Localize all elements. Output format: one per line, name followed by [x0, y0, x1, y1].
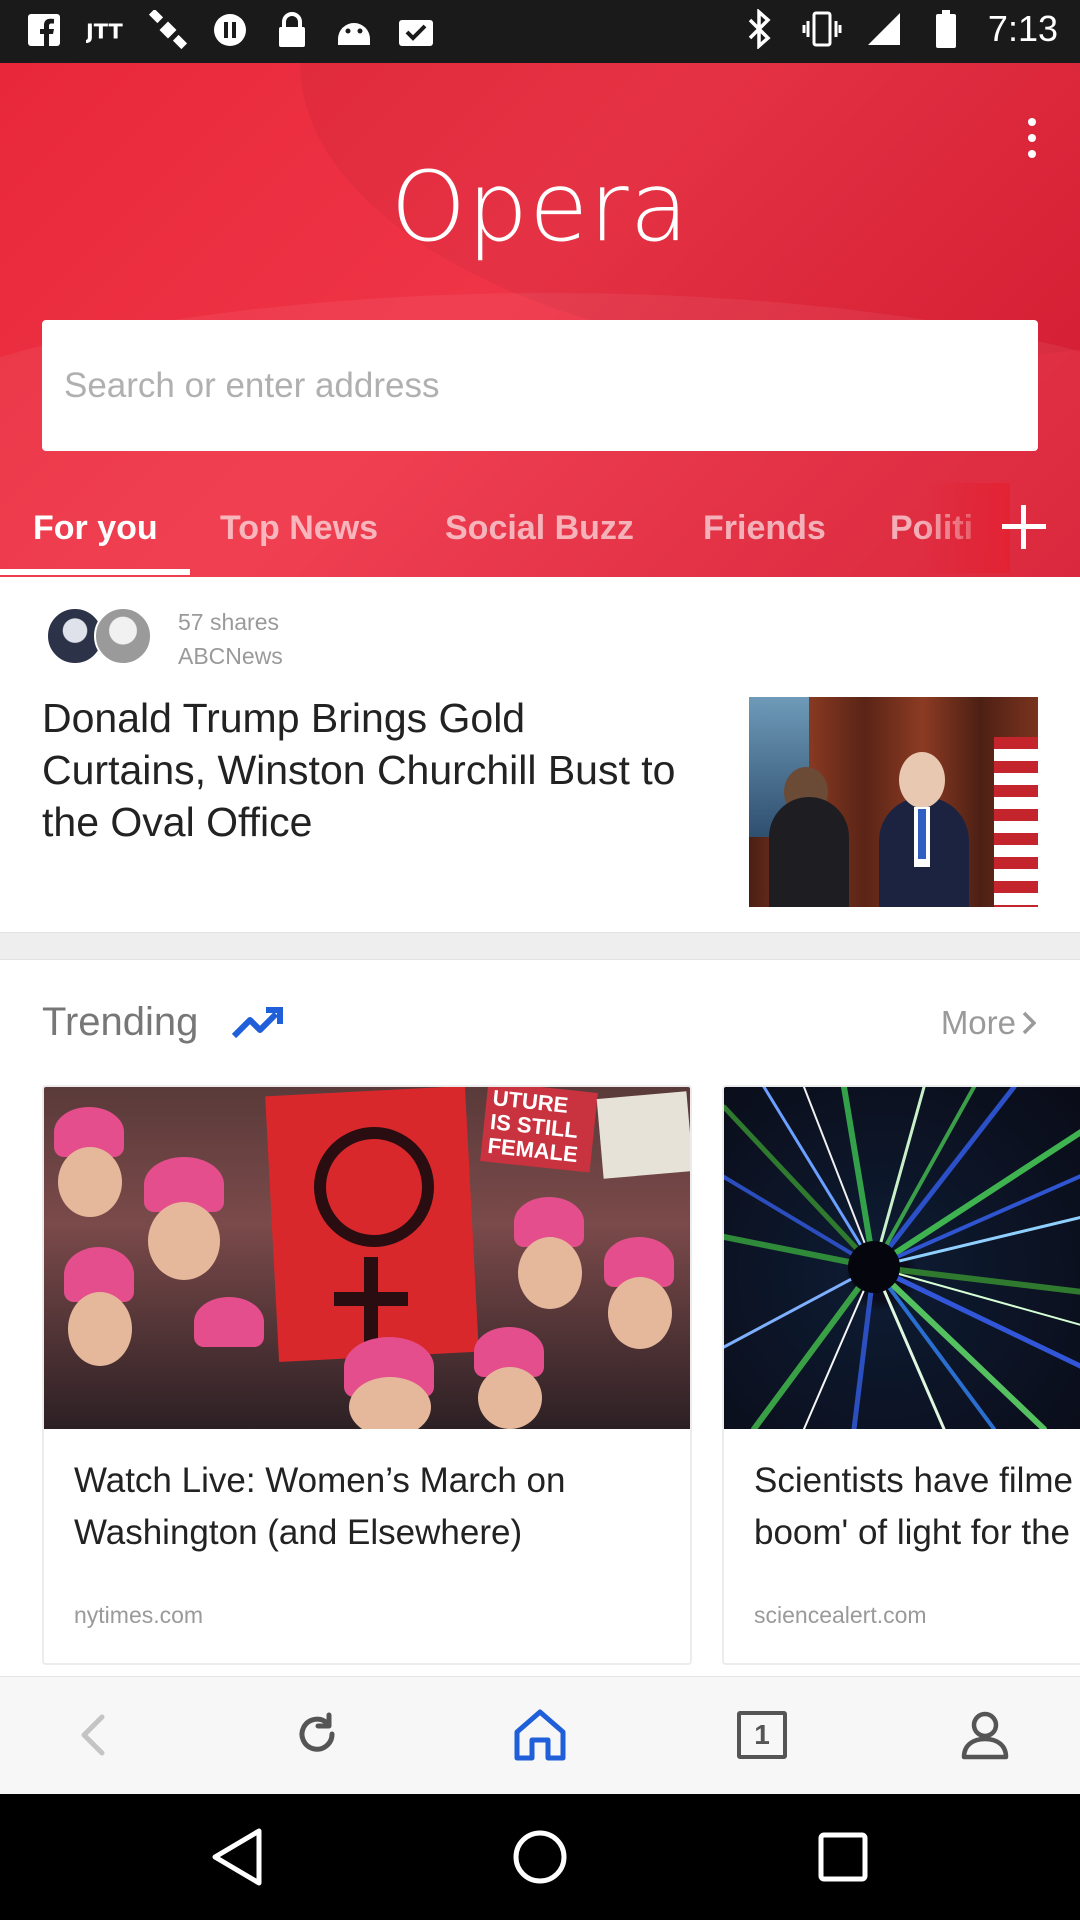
recents-square-icon[interactable]: [808, 1824, 878, 1890]
crowd-image: [58, 1147, 122, 1217]
headline-line: Donald Trump Brings Gold: [42, 695, 526, 741]
article-source: ABCNews: [178, 643, 283, 669]
vibrate-icon: [802, 9, 842, 49]
tab-count: 1: [737, 1711, 787, 1759]
card-image: [724, 1087, 1080, 1429]
jtt-icon: JTT: [86, 10, 126, 50]
protest-sign-image: UTURE IS STILL FEMALE: [480, 1087, 598, 1173]
chevron-right-icon: [1022, 1011, 1036, 1035]
more-link[interactable]: More: [941, 1004, 1036, 1042]
refresh-icon[interactable]: [277, 1699, 357, 1771]
more-label: More: [940, 1004, 1016, 1041]
android-icon: [334, 10, 374, 50]
trending-section: Trending More UTURE IS STILL FEMALE Watc…: [0, 960, 1080, 1675]
home-circle-icon[interactable]: [505, 1824, 575, 1890]
opera-logo: Opera: [390, 151, 690, 263]
crowd-image: [349, 1377, 431, 1429]
back-icon[interactable]: [53, 1699, 133, 1771]
lock-icon: [272, 10, 312, 50]
featured-article[interactable]: 57 shares ABCNews Donald Trump Brings Go…: [0, 577, 1080, 932]
card-title-line: Watch Live: Women’s March on: [74, 1461, 566, 1500]
tabs-icon[interactable]: 1: [722, 1699, 802, 1771]
protest-sign-image: [596, 1091, 690, 1179]
avatar: [94, 607, 152, 665]
search-input[interactable]: [64, 365, 1038, 406]
trending-card[interactable]: Scientists have filme boom' of light for…: [722, 1085, 1080, 1665]
share-count: 57 shares: [178, 609, 280, 635]
tab-for-you[interactable]: For you: [33, 483, 158, 573]
status-bar: JTT 7:13: [0, 0, 1080, 63]
crowd-image: [194, 1297, 264, 1347]
card-source: sciencealert.com: [754, 1602, 927, 1628]
browser-header: Opera For you Top News Social Buzz Frien…: [0, 63, 1080, 577]
crowd-image: [478, 1367, 542, 1429]
profile-icon[interactable]: [945, 1699, 1025, 1771]
card-title-line: boom' of light for the: [754, 1513, 1071, 1552]
svg-text:JTT: JTT: [86, 20, 123, 44]
battery-icon: [926, 9, 966, 49]
headline-line: the Oval Office: [42, 799, 313, 845]
article-thumbnail[interactable]: [749, 697, 1038, 907]
signal-icon: [864, 9, 904, 49]
card-source: nytimes.com: [74, 1602, 204, 1628]
tab-friends[interactable]: Friends: [703, 483, 826, 573]
headline-line: Curtains, Winston Churchill Bust to: [42, 747, 676, 793]
protest-sign-image: [314, 1127, 434, 1247]
flag-image: [994, 737, 1038, 907]
browser-bottom-nav: 1: [0, 1676, 1080, 1794]
pause-icon: [210, 10, 250, 50]
facebook-icon: [24, 10, 64, 50]
trending-title: Trending: [42, 1000, 199, 1044]
satellite-icon: [148, 10, 188, 50]
card-title[interactable]: Scientists have filme boom' of light for…: [754, 1455, 1080, 1559]
system-nav-bar: [0, 1794, 1080, 1920]
section-divider: [0, 932, 1080, 960]
card-image: UTURE IS STILL FEMALE: [44, 1087, 690, 1429]
status-time: 7:13: [987, 8, 1058, 49]
trending-card[interactable]: UTURE IS STILL FEMALE Watch Live: Women’…: [42, 1085, 692, 1665]
bluetooth-icon: [740, 9, 780, 49]
home-icon[interactable]: [500, 1699, 580, 1771]
clipboard-check-icon: [396, 10, 436, 50]
status-left-icons: JTT: [24, 10, 436, 50]
crowd-image: [68, 1292, 132, 1366]
trending-up-icon: [231, 1006, 284, 1040]
news-tabs: For you Top News Social Buzz Friends Pol…: [0, 483, 1080, 577]
sign-text: UTURE IS STILL FEMALE: [480, 1087, 598, 1173]
card-title-line: Scientists have filme: [754, 1461, 1074, 1500]
tie-image: [918, 809, 926, 859]
person-image: [899, 752, 945, 808]
light-burst-image: [724, 1087, 1080, 1429]
card-title[interactable]: Watch Live: Women’s March on Washington …: [74, 1455, 674, 1559]
tab-top-news[interactable]: Top News: [220, 483, 378, 573]
crowd-image: [148, 1202, 220, 1280]
protest-sign-image: [334, 1292, 408, 1306]
status-right-icons: 7:13: [740, 8, 1058, 50]
sharer-avatars: [46, 607, 156, 667]
person-image: [769, 797, 849, 907]
back-triangle-icon[interactable]: [202, 1824, 272, 1890]
crowd-image: [608, 1277, 672, 1349]
active-tab-indicator: [0, 569, 190, 575]
article-headline[interactable]: Donald Trump Brings Gold Curtains, Winst…: [42, 692, 742, 848]
crowd-image: [518, 1237, 582, 1309]
tab-social-buzz[interactable]: Social Buzz: [445, 483, 634, 573]
plus-icon[interactable]: [996, 499, 1052, 555]
search-bar[interactable]: [42, 320, 1038, 451]
card-title-line: Washington (and Elsewhere): [74, 1513, 523, 1552]
